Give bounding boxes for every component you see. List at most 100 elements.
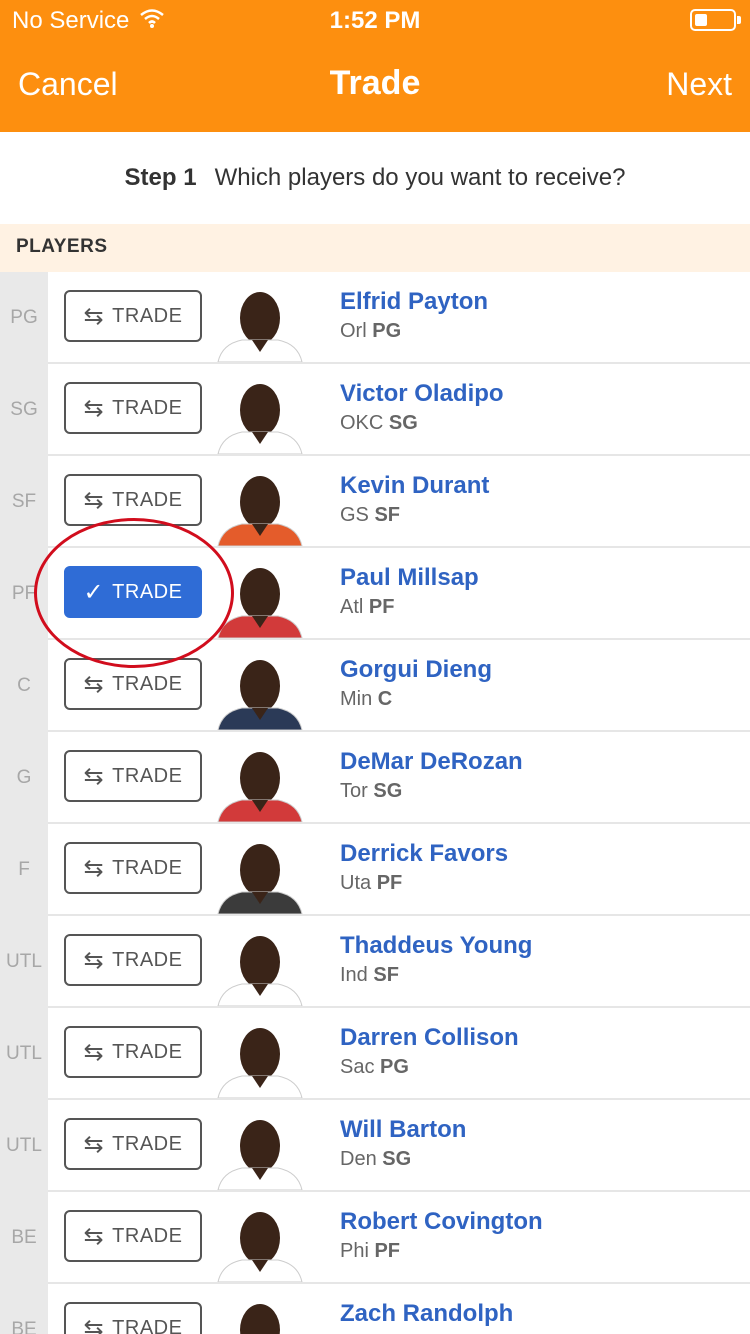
player-photo[interactable] xyxy=(212,834,308,914)
step-number: Step 1 xyxy=(124,164,197,191)
status-time: 1:52 PM xyxy=(329,7,421,34)
player-photo[interactable] xyxy=(212,282,308,362)
player-name-link[interactable]: Thaddeus Young xyxy=(340,932,532,960)
player-photo[interactable] xyxy=(212,1110,308,1190)
player-position: C xyxy=(377,688,393,710)
nav-header: Cancel Trade Next xyxy=(0,40,750,132)
player-team: Tor xyxy=(340,780,368,802)
swap-arrows-icon: ⇆ xyxy=(83,854,105,882)
player-row: UTL ⇆ TRADE Darren Collison Sac PG xyxy=(0,1008,750,1100)
trade-button-label: TRADE xyxy=(112,764,183,787)
swap-arrows-icon: ⇆ xyxy=(83,946,105,974)
player-photo[interactable] xyxy=(212,650,308,730)
trade-button[interactable]: ⇆ TRADE xyxy=(64,290,202,342)
player-row: PF ✓ TRADE Paul Millsap Atl PF xyxy=(0,548,750,640)
player-name-link[interactable]: Robert Covington xyxy=(340,1208,543,1236)
player-team: Uta xyxy=(340,872,372,894)
players-section-header: PLAYERS xyxy=(0,224,750,272)
roster-position: PG xyxy=(0,272,48,364)
player-team-position: Phi PF xyxy=(340,1240,400,1263)
player-team-position: GS SF xyxy=(340,504,400,527)
player-name-link[interactable]: Derrick Favors xyxy=(340,840,508,868)
player-name-link[interactable]: Gorgui Dieng xyxy=(340,656,492,684)
player-team-position: OKC SG xyxy=(340,412,418,435)
player-position: PG xyxy=(372,320,402,342)
player-name-link[interactable]: Will Barton xyxy=(340,1116,466,1144)
battery-icon xyxy=(690,9,741,31)
trade-button[interactable]: ⇆ TRADE xyxy=(64,1302,202,1334)
player-photo[interactable] xyxy=(212,466,308,546)
player-photo[interactable] xyxy=(212,558,308,638)
swap-arrows-icon: ⇆ xyxy=(83,394,105,422)
step-instruction: Step 1 Which players do you want to rece… xyxy=(0,132,750,224)
trade-button-label: TRADE xyxy=(112,856,183,879)
player-photo[interactable] xyxy=(212,374,308,454)
player-photo[interactable] xyxy=(212,742,308,822)
trade-button[interactable]: ⇆ TRADE xyxy=(64,1210,202,1262)
player-position: SF xyxy=(373,964,399,986)
player-row: UTL ⇆ TRADE Will Barton Den SG xyxy=(0,1100,750,1192)
trade-button[interactable]: ⇆ TRADE xyxy=(64,474,202,526)
step-prompt: Which players do you want to receive? xyxy=(214,164,626,191)
next-button[interactable]: Next xyxy=(666,66,732,103)
roster-position: C xyxy=(0,640,48,732)
trade-button-label: TRADE xyxy=(112,672,183,695)
trade-button[interactable]: ⇆ TRADE xyxy=(64,658,202,710)
player-name-link[interactable]: DeMar DeRozan xyxy=(340,748,523,776)
player-team-position: Den SG xyxy=(340,1148,411,1171)
player-team: OKC xyxy=(340,412,384,434)
roster-position: SG xyxy=(0,364,48,456)
player-photo[interactable] xyxy=(212,926,308,1006)
player-team-position: Atl PF xyxy=(340,596,394,619)
player-name-link[interactable]: Elfrid Payton xyxy=(340,288,488,316)
player-position: SF xyxy=(374,504,401,526)
player-team: Ind xyxy=(340,964,368,986)
player-photo[interactable] xyxy=(212,1018,308,1098)
player-team: Phi xyxy=(340,1240,369,1262)
player-row: PG ⇆ TRADE Elfrid Payton Orl PG xyxy=(0,272,750,364)
checkmark-icon: ✓ xyxy=(83,578,105,606)
player-list: PG ⇆ TRADE Elfrid Payton Orl PG SG ⇆ TRA… xyxy=(0,272,750,1334)
player-team-position: Sac PG xyxy=(340,1056,409,1079)
player-row: BE ⇆ TRADE Zach Randolph xyxy=(0,1284,750,1334)
trade-button-label: TRADE xyxy=(112,1224,183,1247)
player-position: SG xyxy=(388,412,418,434)
swap-arrows-icon: ⇆ xyxy=(83,1130,105,1158)
roster-position: F xyxy=(0,824,48,916)
player-name-link[interactable]: Victor Oladipo xyxy=(340,380,504,408)
player-row: SF ⇆ TRADE Kevin Durant GS SF xyxy=(0,456,750,548)
swap-arrows-icon: ⇆ xyxy=(83,1038,105,1066)
trade-button-label: TRADE xyxy=(112,1316,183,1334)
player-team-position: Uta PF xyxy=(340,872,402,895)
player-row: BE ⇆ TRADE Robert Covington Phi PF xyxy=(0,1192,750,1284)
player-team-position: Ind SF xyxy=(340,964,399,987)
player-row: UTL ⇆ TRADE Thaddeus Young Ind SF xyxy=(0,916,750,1008)
trade-button[interactable]: ⇆ TRADE xyxy=(64,750,202,802)
trade-button[interactable]: ⇆ TRADE xyxy=(64,1118,202,1170)
player-team: Min xyxy=(340,688,373,710)
trade-button[interactable]: ✓ TRADE xyxy=(64,566,202,618)
trade-button-label: TRADE xyxy=(112,948,183,971)
player-name-link[interactable]: Kevin Durant xyxy=(340,472,489,500)
page-title: Trade xyxy=(329,64,421,102)
player-position: PF xyxy=(374,1240,401,1262)
player-team: GS xyxy=(340,504,369,526)
player-position: SG xyxy=(382,1148,412,1170)
trade-button[interactable]: ⇆ TRADE xyxy=(64,934,202,986)
player-photo[interactable] xyxy=(212,1294,308,1334)
player-name-link[interactable]: Zach Randolph xyxy=(340,1300,513,1328)
trade-button[interactable]: ⇆ TRADE xyxy=(64,842,202,894)
trade-button[interactable]: ⇆ TRADE xyxy=(64,382,202,434)
player-team-position: Tor SG xyxy=(340,780,402,803)
player-position: PF xyxy=(368,596,395,618)
roster-position: SF xyxy=(0,456,48,548)
top-bar: No Service 1:52 PM Cancel Trade Next xyxy=(0,0,750,132)
player-name-link[interactable]: Darren Collison xyxy=(340,1024,519,1052)
player-name-link[interactable]: Paul Millsap xyxy=(340,564,479,592)
player-photo[interactable] xyxy=(212,1202,308,1282)
trade-button[interactable]: ⇆ TRADE xyxy=(64,1026,202,1078)
player-row: SG ⇆ TRADE Victor Oladipo OKC SG xyxy=(0,364,750,456)
swap-arrows-icon: ⇆ xyxy=(83,486,105,514)
trade-button-label: TRADE xyxy=(112,396,183,419)
player-team: Orl xyxy=(340,320,367,342)
